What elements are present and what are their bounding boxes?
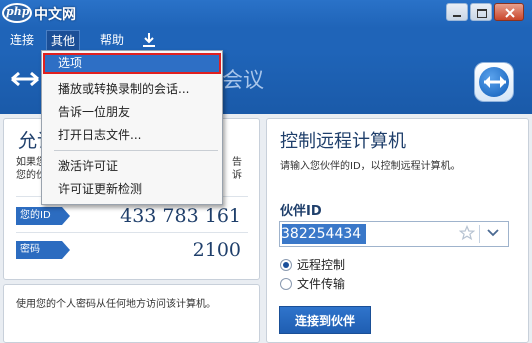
partner-id-combobox[interactable] — [279, 221, 509, 247]
unattended-access-text: 使用您的个人密码从任何地方访问该计算机。 — [16, 299, 216, 310]
password-label: 密码 — [16, 241, 70, 259]
radio-button-selected[interactable] — [280, 258, 292, 271]
php-site-text: 中文网 — [34, 7, 76, 23]
unattended-access-panel — [3, 284, 260, 343]
minimize-button[interactable] — [446, 3, 468, 21]
menu-item-open-log[interactable]: 打开日志文件... — [43, 125, 221, 146]
close-button[interactable] — [494, 3, 524, 21]
chevron-down-icon[interactable] — [487, 228, 499, 238]
control-remote-description: 请输入您伙伴的ID，以控制远程计算机。 — [280, 161, 461, 172]
your-id-value: 433 783 161 — [120, 205, 241, 227]
password-value: 2100 — [192, 239, 241, 261]
radio-file-transfer-label: 文件传输 — [297, 277, 346, 291]
radio-file-transfer[interactable]: 文件传输 — [280, 275, 345, 292]
meeting-title: 会议 — [222, 68, 264, 92]
window-controls — [446, 3, 524, 21]
partner-id-label: 伙伴ID — [280, 204, 322, 219]
menu-connect[interactable]: 连接 — [6, 30, 38, 50]
menu-item-playback[interactable]: 播放或转换录制的会话... — [43, 79, 221, 100]
teamviewer-arrows-icon — [484, 76, 506, 88]
php-logo-text: php — [6, 5, 30, 18]
radio-remote-control[interactable]: 远程控制 — [280, 256, 345, 273]
menu-other[interactable]: 其他 — [46, 30, 81, 50]
php-watermark: php 中文网 — [2, 2, 84, 24]
menu-item-options[interactable]: 选项 — [43, 53, 221, 74]
menu-item-tell-friend[interactable]: 告诉一位朋友 — [43, 102, 221, 123]
close-icon — [505, 8, 515, 18]
divider — [16, 232, 248, 233]
teamviewer-logo — [474, 62, 514, 102]
control-remote-title: 控制远程计算机 — [280, 131, 406, 152]
radio-remote-control-label: 远程控制 — [297, 258, 346, 272]
menu-item-license-update-check[interactable]: 许可证更新检测 — [43, 179, 221, 200]
menu-separator — [54, 150, 218, 151]
title-bar: php 中文网 — [0, 0, 532, 28]
maximize-button[interactable] — [470, 3, 492, 21]
menu-help[interactable]: 帮助 — [96, 30, 128, 50]
desc-line-1-right: 告诉 — [232, 157, 242, 181]
menu-item-activate-license[interactable]: 激活许可证 — [43, 156, 221, 177]
star-icon[interactable] — [459, 225, 475, 241]
other-menu-dropdown: 选项 播放或转换录制的会话... 告诉一位朋友 打开日志文件... 激活许可证 … — [41, 50, 223, 205]
download-icon[interactable] — [142, 32, 156, 48]
remote-arrows-icon — [11, 71, 39, 87]
partner-id-input[interactable] — [281, 224, 431, 244]
radio-button[interactable] — [280, 277, 292, 290]
your-id-label: 您的ID — [16, 207, 70, 225]
connect-to-partner-button[interactable]: 连接到伙伴 — [279, 306, 371, 334]
